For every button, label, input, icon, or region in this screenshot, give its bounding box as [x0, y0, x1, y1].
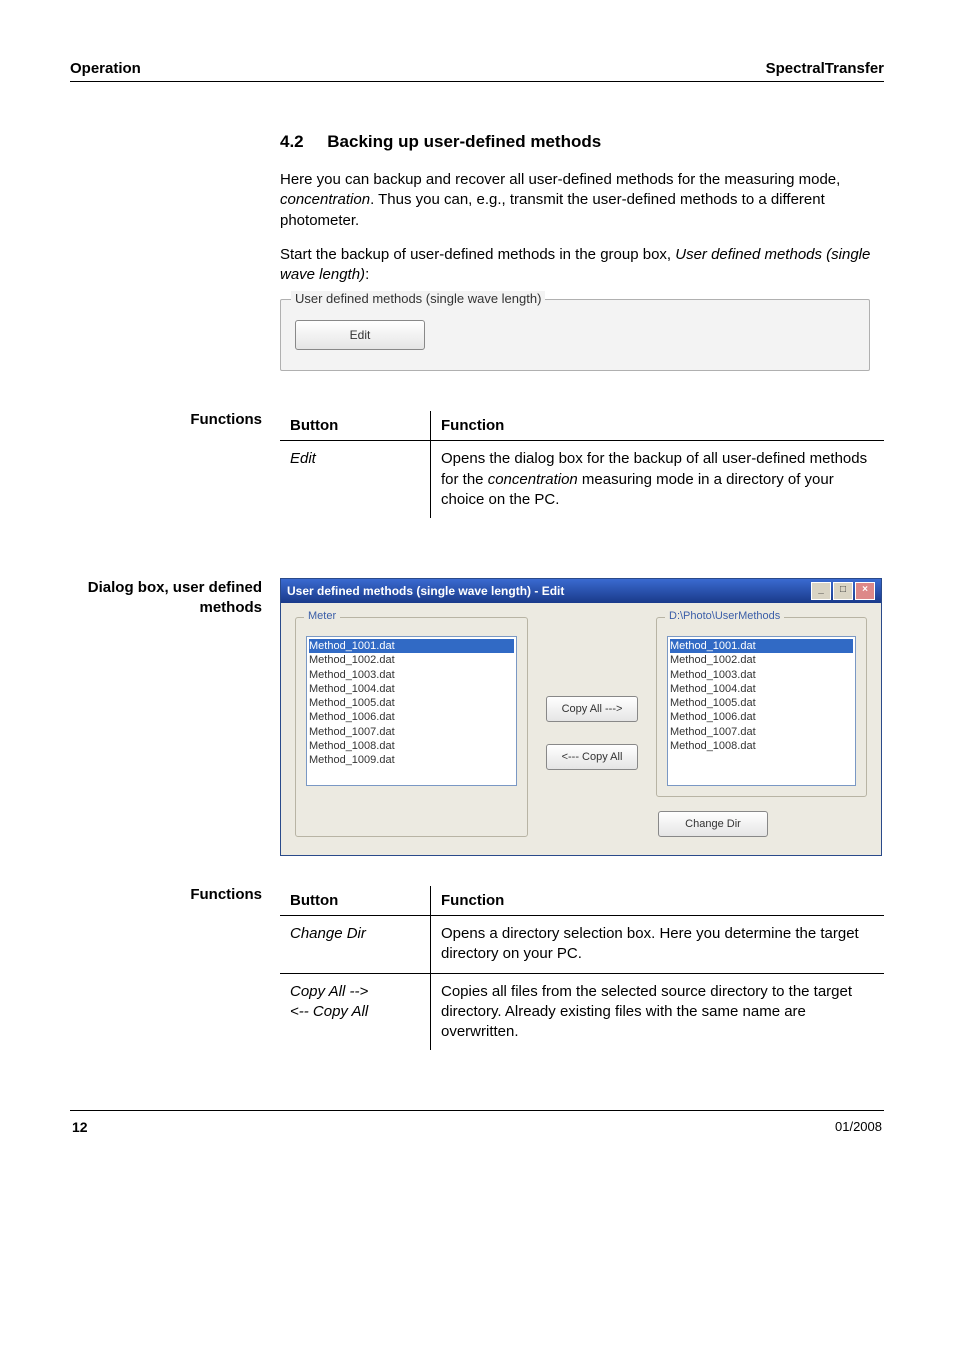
functions-table-2: Button Function Change Dir Opens a direc…	[280, 886, 884, 1050]
change-dir-button[interactable]: Change Dir	[658, 811, 768, 837]
dialog-box-label: Dialog box, user defined methods	[70, 578, 280, 856]
list-item[interactable]: Method_1001.dat	[670, 639, 853, 653]
dialog-title: User defined methods (single wave length…	[287, 584, 564, 598]
groupbox-legend: User defined methods (single wave length…	[291, 291, 545, 306]
user-defined-methods-groupbox: User defined methods (single wave length…	[280, 299, 870, 371]
footer-rule	[70, 1110, 884, 1111]
directory-legend: D:\Photo\UserMethods	[665, 610, 784, 622]
list-item[interactable]: Method_1003.dat	[670, 668, 853, 682]
list-item[interactable]: Method_1008.dat	[670, 739, 853, 753]
list-item[interactable]: Method_1005.dat	[670, 696, 853, 710]
table2-r2-func: Copies all files from the selected sourc…	[431, 973, 885, 1050]
maximize-icon[interactable]: □	[833, 582, 853, 600]
list-item[interactable]: Method_1007.dat	[670, 725, 853, 739]
header-rule	[70, 81, 884, 82]
close-icon[interactable]: ×	[855, 582, 875, 600]
list-item[interactable]: Method_1003.dat	[309, 668, 514, 682]
header-right: SpectralTransfer	[766, 60, 884, 77]
list-item[interactable]: Method_1001.dat	[309, 639, 514, 653]
footer-date: 01/2008	[835, 1119, 882, 1135]
list-item[interactable]: Method_1006.dat	[309, 710, 514, 724]
dialog-titlebar: User defined methods (single wave length…	[281, 579, 881, 603]
table1-col-function: Function	[431, 411, 885, 441]
copy-all-right-button[interactable]: Copy All --->	[546, 696, 638, 722]
table2-col-function: Function	[431, 886, 885, 916]
table2-r1-func: Opens a directory selection box. Here yo…	[431, 916, 885, 974]
intro-paragraph-2: Start the backup of user-defined methods…	[280, 245, 884, 286]
list-item[interactable]: Method_1002.dat	[309, 653, 514, 667]
table2-r1-button: Change Dir	[280, 916, 431, 974]
intro-paragraph-1: Here you can backup and recover all user…	[280, 170, 884, 231]
copy-all-left-button[interactable]: <--- Copy All	[546, 744, 638, 770]
section-number: 4.2	[280, 132, 304, 151]
table2-r2-button: Copy All --> <-- Copy All	[280, 973, 431, 1050]
meter-groupbox: Meter Method_1001.dat Method_1002.dat Me…	[295, 617, 528, 837]
functions-table-1: Button Function Edit Opens the dialog bo…	[280, 411, 884, 518]
directory-listbox[interactable]: Method_1001.dat Method_1002.dat Method_1…	[667, 636, 856, 786]
list-item[interactable]: Method_1005.dat	[309, 696, 514, 710]
table1-row-func: Opens the dialog box for the backup of a…	[431, 441, 885, 518]
section-heading: 4.2 Backing up user-defined methods	[280, 132, 884, 152]
dialog-window: User defined methods (single wave length…	[280, 578, 882, 856]
functions-label-1: Functions	[70, 411, 280, 518]
list-item[interactable]: Method_1004.dat	[309, 682, 514, 696]
meter-legend: Meter	[304, 610, 340, 622]
header-left: Operation	[70, 60, 141, 77]
edit-button[interactable]: Edit	[295, 320, 425, 350]
list-item[interactable]: Method_1004.dat	[670, 682, 853, 696]
meter-listbox[interactable]: Method_1001.dat Method_1002.dat Method_1…	[306, 636, 517, 786]
list-item[interactable]: Method_1009.dat	[309, 753, 514, 767]
minimize-icon[interactable]: _	[811, 582, 831, 600]
table2-col-button: Button	[280, 886, 431, 916]
table1-row-button: Edit	[280, 441, 431, 518]
list-item[interactable]: Method_1007.dat	[309, 725, 514, 739]
list-item[interactable]: Method_1006.dat	[670, 710, 853, 724]
directory-groupbox: D:\Photo\UserMethods Method_1001.dat Met…	[656, 617, 867, 797]
section-title: Backing up user-defined methods	[327, 132, 601, 151]
functions-label-2: Functions	[70, 886, 280, 1050]
list-item[interactable]: Method_1008.dat	[309, 739, 514, 753]
table1-col-button: Button	[280, 411, 431, 441]
list-item[interactable]: Method_1002.dat	[670, 653, 853, 667]
page-number: 12	[72, 1119, 88, 1135]
